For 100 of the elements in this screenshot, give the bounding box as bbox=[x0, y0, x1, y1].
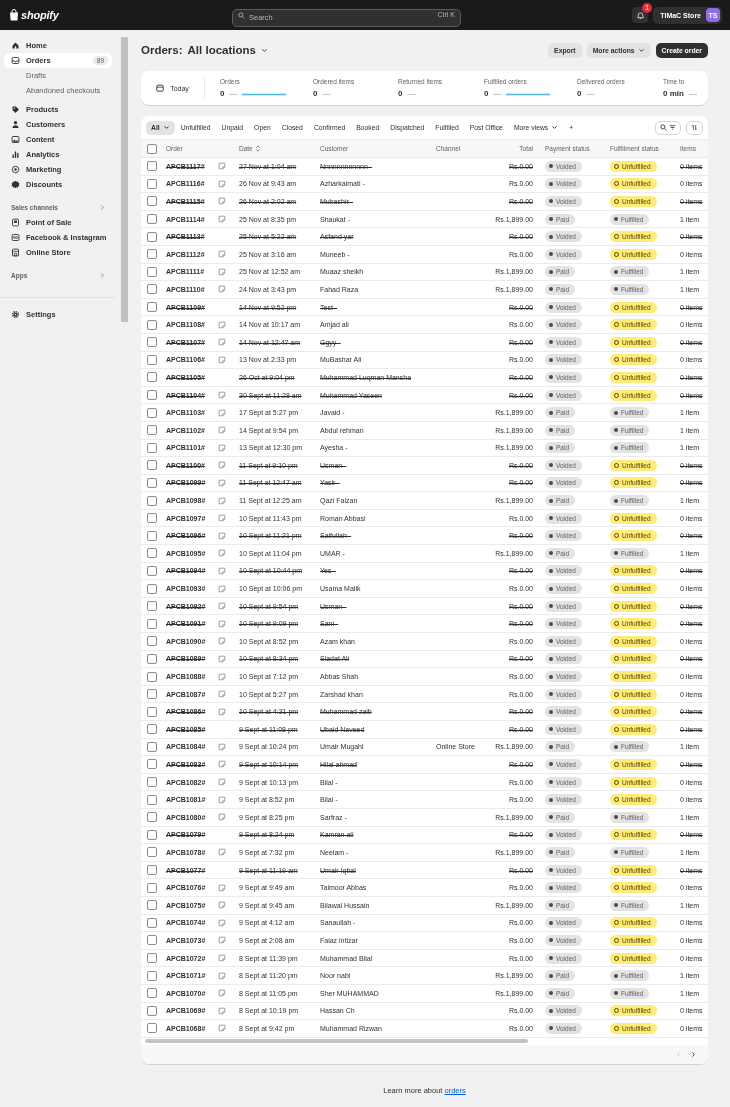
note-icon bbox=[218, 355, 226, 364]
note-icon bbox=[218, 707, 226, 716]
row-checkbox[interactable] bbox=[147, 636, 157, 647]
row-checkbox[interactable] bbox=[147, 988, 157, 999]
home-icon bbox=[11, 41, 20, 50]
note-icon bbox=[218, 619, 226, 628]
row-checkbox[interactable] bbox=[147, 266, 157, 277]
note-icon bbox=[218, 338, 226, 347]
row-checkbox[interactable] bbox=[147, 460, 157, 471]
note-icon bbox=[218, 408, 226, 417]
row-checkbox[interactable] bbox=[147, 425, 157, 436]
note-icon bbox=[218, 285, 226, 294]
note-icon bbox=[218, 514, 226, 523]
row-checkbox[interactable] bbox=[147, 618, 157, 629]
row-checkbox[interactable] bbox=[147, 882, 157, 893]
row-checkbox[interactable] bbox=[147, 953, 157, 963]
note-icon bbox=[218, 795, 226, 804]
note-icon bbox=[218, 848, 226, 857]
row-checkbox[interactable] bbox=[147, 829, 157, 840]
metric-change: — bbox=[322, 89, 331, 98]
row-checkbox[interactable] bbox=[147, 548, 157, 559]
social-icon bbox=[11, 233, 20, 242]
row-checkbox[interactable] bbox=[147, 214, 157, 225]
note-icon bbox=[218, 760, 226, 769]
note-icon bbox=[218, 549, 226, 558]
row-checkbox[interactable] bbox=[147, 249, 157, 260]
inbox-icon bbox=[11, 56, 20, 65]
row-checkbox[interactable] bbox=[147, 583, 157, 594]
caret-icon bbox=[551, 124, 559, 131]
scrollbar[interactable] bbox=[145, 1038, 528, 1043]
row-checkbox[interactable] bbox=[147, 478, 157, 488]
row-checkbox[interactable] bbox=[147, 565, 157, 576]
row-checkbox[interactable] bbox=[147, 354, 157, 365]
row-checkbox[interactable] bbox=[147, 196, 157, 207]
row-checkbox[interactable] bbox=[147, 284, 157, 295]
row-checkbox[interactable] bbox=[147, 495, 157, 506]
row-checkbox[interactable] bbox=[147, 653, 157, 664]
note-icon bbox=[218, 654, 226, 663]
scrollbar[interactable] bbox=[120, 37, 128, 322]
calendar-icon bbox=[156, 84, 165, 92]
page-title: Orders: bbox=[141, 44, 183, 56]
row-checkbox[interactable] bbox=[147, 689, 157, 700]
search-filter-button[interactable] bbox=[655, 120, 681, 135]
row-checkbox[interactable] bbox=[147, 671, 157, 682]
note-icon bbox=[218, 971, 226, 980]
row-checkbox[interactable] bbox=[147, 741, 157, 752]
note-icon bbox=[218, 637, 226, 646]
row-checkbox[interactable] bbox=[147, 865, 157, 876]
select-all-checkbox[interactable] bbox=[147, 143, 157, 154]
row-checkbox[interactable] bbox=[147, 302, 157, 313]
target-icon bbox=[11, 165, 20, 174]
row-checkbox[interactable] bbox=[147, 812, 157, 823]
note-icon bbox=[218, 566, 226, 575]
note-icon bbox=[218, 267, 226, 276]
row-checkbox[interactable] bbox=[147, 178, 157, 189]
row-checkbox[interactable] bbox=[147, 372, 157, 383]
sort-button[interactable] bbox=[686, 120, 703, 135]
sparkline bbox=[506, 91, 551, 96]
note-icon bbox=[218, 496, 226, 505]
row-checkbox[interactable] bbox=[147, 319, 157, 330]
row-checkbox[interactable] bbox=[147, 337, 157, 348]
note-icon bbox=[218, 602, 226, 611]
row-checkbox[interactable] bbox=[147, 407, 157, 418]
note-icon bbox=[218, 197, 226, 206]
row-checkbox[interactable] bbox=[147, 706, 157, 717]
note-icon bbox=[218, 215, 226, 224]
location-selector[interactable]: All locations bbox=[187, 44, 268, 56]
note-icon bbox=[218, 531, 226, 540]
row-checkbox[interactable] bbox=[147, 759, 157, 770]
row-checkbox[interactable] bbox=[147, 601, 157, 612]
logo-text[interactable]: shopify bbox=[21, 9, 59, 21]
note-icon bbox=[218, 883, 226, 892]
row-checkbox[interactable] bbox=[147, 442, 157, 453]
note-icon bbox=[218, 179, 226, 188]
row-checkbox[interactable] bbox=[147, 1023, 157, 1034]
metric-value: 0 min bbox=[663, 89, 684, 98]
metric-value: 0 bbox=[484, 89, 489, 98]
row-checkbox[interactable] bbox=[147, 530, 157, 541]
sort-icon bbox=[254, 145, 261, 152]
note-icon bbox=[218, 250, 226, 259]
row-checkbox[interactable] bbox=[147, 794, 157, 805]
row-checkbox[interactable] bbox=[147, 1005, 157, 1016]
row-checkbox[interactable] bbox=[147, 917, 157, 928]
note-icon bbox=[218, 742, 226, 751]
row-checkbox[interactable] bbox=[147, 970, 157, 981]
sparkline bbox=[242, 91, 287, 96]
row-checkbox[interactable] bbox=[147, 935, 157, 946]
row-checkbox[interactable] bbox=[147, 900, 157, 911]
row-checkbox[interactable] bbox=[147, 724, 157, 735]
chevron-icon bbox=[99, 204, 106, 211]
bell-icon bbox=[635, 10, 645, 20]
row-checkbox[interactable] bbox=[147, 513, 157, 524]
row-checkbox[interactable] bbox=[147, 231, 157, 242]
person-icon bbox=[11, 120, 20, 129]
bar-chart-icon bbox=[11, 150, 20, 159]
row-checkbox[interactable] bbox=[147, 847, 157, 858]
row-checkbox[interactable] bbox=[147, 161, 157, 172]
shopping-bag-icon bbox=[9, 9, 19, 21]
row-checkbox[interactable] bbox=[147, 390, 157, 400]
row-checkbox[interactable] bbox=[147, 777, 157, 788]
